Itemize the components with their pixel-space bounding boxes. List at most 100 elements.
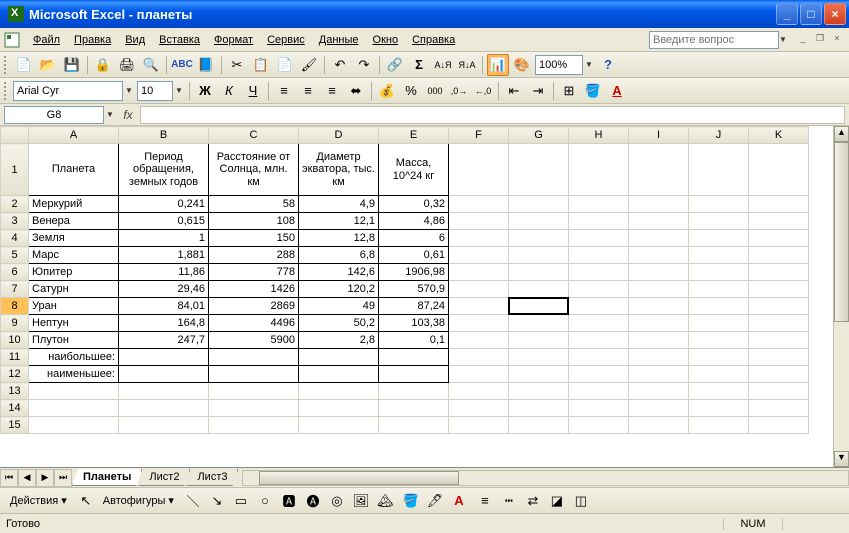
- menu-edit[interactable]: Правка: [67, 32, 118, 48]
- worksheet-area[interactable]: ABCDEFGHIJK1ПланетаПериод обращения, зем…: [0, 126, 849, 467]
- row-header-4[interactable]: 4: [1, 230, 29, 247]
- autosum-icon[interactable]: Σ: [408, 54, 430, 76]
- cell-A4[interactable]: Земля: [29, 230, 119, 247]
- cell-C13[interactable]: [209, 383, 299, 400]
- cell-H9[interactable]: [569, 315, 629, 332]
- menu-tools[interactable]: Сервис: [260, 32, 312, 48]
- cell-F10[interactable]: [449, 332, 509, 349]
- cell-J12[interactable]: [689, 366, 749, 383]
- mdi-restore-button[interactable]: ❐: [812, 33, 828, 47]
- cell-I13[interactable]: [629, 383, 689, 400]
- sort-desc-icon[interactable]: Я↓А: [456, 54, 478, 76]
- cell-J3[interactable]: [689, 213, 749, 230]
- cell-I5[interactable]: [629, 247, 689, 264]
- cell-G4[interactable]: [509, 230, 569, 247]
- cell-J14[interactable]: [689, 400, 749, 417]
- cell-H13[interactable]: [569, 383, 629, 400]
- cell-K10[interactable]: [749, 332, 809, 349]
- wordart-icon[interactable]: 🅐: [302, 490, 324, 512]
- cell-C7[interactable]: 1426: [209, 281, 299, 298]
- row-header-5[interactable]: 5: [1, 247, 29, 264]
- cell-B10[interactable]: 247,7: [119, 332, 209, 349]
- actions-menu[interactable]: Действия ▾: [6, 494, 71, 507]
- drawing-toggle-icon[interactable]: 🎨: [511, 54, 533, 76]
- cell-K13[interactable]: [749, 383, 809, 400]
- cell-A12[interactable]: наименьшее:: [29, 366, 119, 383]
- sheet-tab-planets[interactable]: Планеты: [72, 469, 142, 486]
- cell-H6[interactable]: [569, 264, 629, 281]
- cell-A10[interactable]: Плутон: [29, 332, 119, 349]
- menu-window[interactable]: Окно: [366, 32, 406, 48]
- cell-C2[interactable]: 58: [209, 196, 299, 213]
- cell-H11[interactable]: [569, 349, 629, 366]
- cell-K3[interactable]: [749, 213, 809, 230]
- cell-E12[interactable]: [379, 366, 449, 383]
- col-header-F[interactable]: F: [449, 127, 509, 144]
- cell-K6[interactable]: [749, 264, 809, 281]
- cell-B2[interactable]: 0,241: [119, 196, 209, 213]
- row-header-6[interactable]: 6: [1, 264, 29, 281]
- sheet-tab-3[interactable]: Лист3: [186, 469, 238, 486]
- cell-F11[interactable]: [449, 349, 509, 366]
- cell-C10[interactable]: 5900: [209, 332, 299, 349]
- cell-C6[interactable]: 778: [209, 264, 299, 281]
- cell-B3[interactable]: 0,615: [119, 213, 209, 230]
- menu-view[interactable]: Вид: [118, 32, 152, 48]
- mdi-minimize-button[interactable]: _: [795, 33, 811, 47]
- diagram-icon[interactable]: ◎: [326, 490, 348, 512]
- cell-D7[interactable]: 120,2: [299, 281, 379, 298]
- cell-D3[interactable]: 12,1: [299, 213, 379, 230]
- line-color-icon[interactable]: 🖊: [424, 490, 446, 512]
- shadow-icon[interactable]: ◪: [546, 490, 568, 512]
- cell-C12[interactable]: [209, 366, 299, 383]
- align-right-icon[interactable]: ≡: [321, 80, 343, 102]
- cell-J13[interactable]: [689, 383, 749, 400]
- cell-D11[interactable]: [299, 349, 379, 366]
- cell-C11[interactable]: [209, 349, 299, 366]
- col-header-J[interactable]: J: [689, 127, 749, 144]
- open-icon[interactable]: 📂: [37, 54, 59, 76]
- cell-I7[interactable]: [629, 281, 689, 298]
- cell-K5[interactable]: [749, 247, 809, 264]
- cell-B1[interactable]: Период обращения, земных годов: [119, 144, 209, 196]
- cell-E7[interactable]: 570,9: [379, 281, 449, 298]
- row-header-10[interactable]: 10: [1, 332, 29, 349]
- cell-F2[interactable]: [449, 196, 509, 213]
- vertical-scrollbar[interactable]: ▲ ▼: [833, 126, 849, 467]
- col-header-C[interactable]: C: [209, 127, 299, 144]
- cell-E11[interactable]: [379, 349, 449, 366]
- autoshapes-menu[interactable]: Автофигуры ▾: [99, 494, 178, 507]
- cell-B5[interactable]: 1,881: [119, 247, 209, 264]
- cell-J11[interactable]: [689, 349, 749, 366]
- cell-K12[interactable]: [749, 366, 809, 383]
- cell-I6[interactable]: [629, 264, 689, 281]
- zoom-box[interactable]: 100%: [535, 55, 583, 75]
- cell-D9[interactable]: 50,2: [299, 315, 379, 332]
- mdi-close-button[interactable]: ×: [829, 33, 845, 47]
- cell-H8[interactable]: [569, 298, 629, 315]
- font-color-draw-icon[interactable]: A: [448, 490, 470, 512]
- cell-D14[interactable]: [299, 400, 379, 417]
- row-header-15[interactable]: 15: [1, 417, 29, 434]
- cut-icon[interactable]: ✂: [226, 54, 248, 76]
- textbox-icon[interactable]: 🅰: [278, 490, 300, 512]
- cell-K1[interactable]: [749, 144, 809, 196]
- print-preview-icon[interactable]: 🔍: [140, 54, 162, 76]
- cell-F5[interactable]: [449, 247, 509, 264]
- cell-I1[interactable]: [629, 144, 689, 196]
- increase-indent-icon[interactable]: ⇥: [527, 80, 549, 102]
- row-header-1[interactable]: 1: [1, 144, 29, 196]
- align-center-icon[interactable]: ≡: [297, 80, 319, 102]
- cell-K4[interactable]: [749, 230, 809, 247]
- cell-K14[interactable]: [749, 400, 809, 417]
- font-name-dropdown-icon[interactable]: ▼: [125, 86, 135, 95]
- clipart-icon[interactable]: 🖼: [350, 490, 372, 512]
- cell-J1[interactable]: [689, 144, 749, 196]
- cell-K15[interactable]: [749, 417, 809, 434]
- redo-icon[interactable]: ↷: [353, 54, 375, 76]
- cell-H7[interactable]: [569, 281, 629, 298]
- cell-J7[interactable]: [689, 281, 749, 298]
- cell-B8[interactable]: 84,01: [119, 298, 209, 315]
- cell-H4[interactable]: [569, 230, 629, 247]
- cell-I9[interactable]: [629, 315, 689, 332]
